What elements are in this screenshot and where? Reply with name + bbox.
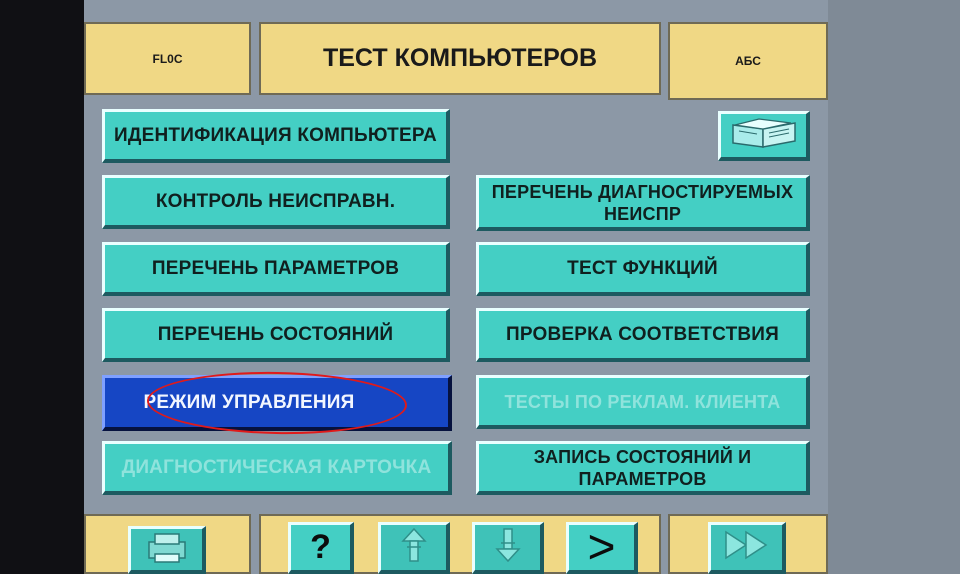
fault-control-label: КОНТРОЛЬ НЕИСПРАВН. xyxy=(155,190,396,212)
header-title-box: ТЕСТ КОМПЬЮТЕРОВ xyxy=(259,22,661,95)
header-right-box: АБС xyxy=(668,22,828,100)
scroll-down-icon xyxy=(493,525,523,570)
help-button[interactable]: ? xyxy=(288,522,354,574)
identification-button[interactable]: ИДЕНТИФИКАЦИЯ КОМПЬЮТЕРА xyxy=(102,109,450,163)
scroll-up-button[interactable] xyxy=(378,522,450,574)
fault-control-button[interactable]: КОНТРОЛЬ НЕИСПРАВН. xyxy=(102,175,450,229)
client-complaint-tests-button[interactable]: ТЕСТЫ ПО РЕКЛАМ. КЛИЕНТА xyxy=(476,375,810,429)
book-icon xyxy=(729,115,799,156)
diagnosable-faults-label: ПЕРЕЧЕНЬ ДИАГНОСТИРУЕМЫХ НЕИСПР xyxy=(491,181,794,224)
function-test-label: ТЕСТ ФУНКЦИЙ xyxy=(567,257,718,279)
state-list-button[interactable]: ПЕРЕЧЕНЬ СОСТОЯНИЙ xyxy=(102,308,450,362)
parameter-list-label: ПЕРЕЧЕНЬ ПАРАМЕТРОВ xyxy=(151,257,400,279)
print-button[interactable] xyxy=(128,526,206,574)
state-list-label: ПЕРЕЧЕНЬ СОСТОЯНИЙ xyxy=(157,323,394,345)
record-states-button[interactable]: ЗАПИСЬ СОСТОЯНИЙ И ПАРАМЕТРОВ xyxy=(476,441,810,495)
page-title: ТЕСТ КОМПЬЮТЕРОВ xyxy=(322,44,597,72)
header-left-box: FL0C xyxy=(84,22,251,95)
screen-edge xyxy=(828,0,960,574)
scroll-up-icon xyxy=(399,525,429,570)
diagnosable-faults-button[interactable]: ПЕРЕЧЕНЬ ДИАГНОСТИРУЕМЫХ НЕИСПР xyxy=(476,175,810,231)
fast-forward-button[interactable] xyxy=(708,522,786,574)
client-complaint-tests-label: ТЕСТЫ ПО РЕКЛАМ. КЛИЕНТА xyxy=(504,391,781,412)
ecu-code-label: FL0C xyxy=(152,51,183,66)
scroll-down-button[interactable] xyxy=(472,522,544,574)
system-label: АБС xyxy=(735,54,761,68)
identification-label: ИДЕНТИФИКАЦИЯ КОМПЬЮТЕРА xyxy=(114,124,437,146)
help-label: ? xyxy=(310,528,331,566)
parameter-list-button[interactable]: ПЕРЕЧЕНЬ ПАРАМЕТРОВ xyxy=(102,242,450,296)
conformity-check-label: ПРОВЕРКА СООТВЕТСТВИЯ xyxy=(505,323,780,345)
fast-forward-icon xyxy=(722,528,772,567)
conformity-check-button[interactable]: ПРОВЕРКА СООТВЕТСТВИЯ xyxy=(476,308,810,362)
next-label: > xyxy=(587,520,616,574)
manual-book-button[interactable] xyxy=(718,111,810,161)
next-button[interactable]: > xyxy=(566,522,638,574)
diagnostic-card-label: ДИАГНОСТИЧЕСКАЯ КАРТОЧКА xyxy=(121,456,432,478)
record-states-label: ЗАПИСЬ СОСТОЯНИЙ И ПАРАМЕТРОВ xyxy=(533,446,752,489)
function-test-button[interactable]: ТЕСТ ФУНКЦИЙ xyxy=(476,242,810,296)
printer-icon xyxy=(143,530,191,569)
diagnostic-card-button[interactable]: ДИАГНОСТИЧЕСКАЯ КАРТОЧКА xyxy=(102,441,452,495)
